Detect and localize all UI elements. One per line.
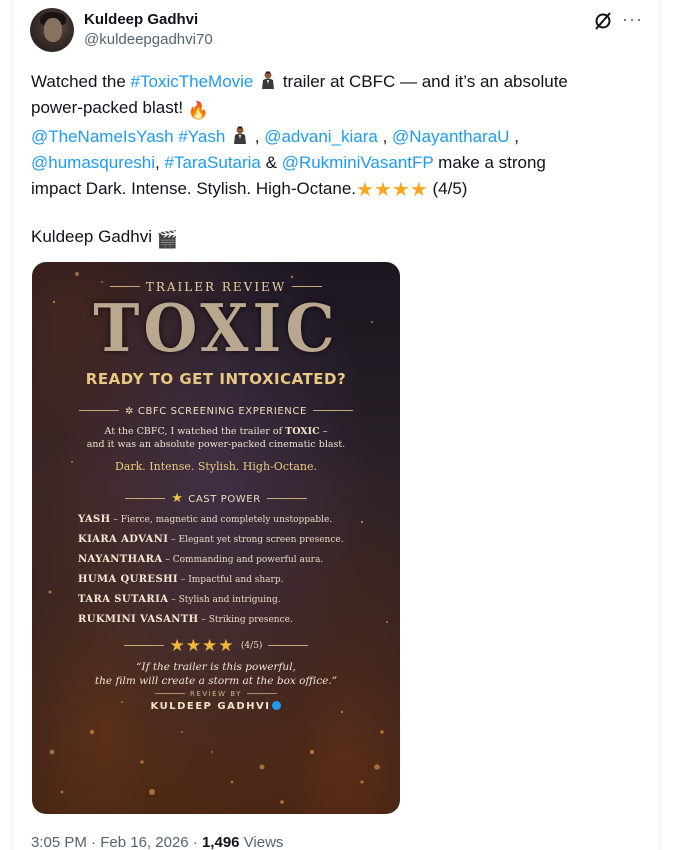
poster-body-text: At the CBFC, I watched the trailer of	[104, 426, 286, 437]
verified-badge-icon	[272, 701, 282, 710]
poster-rating: ★★★★ (4/5)	[32, 636, 400, 656]
tweet-line-5: impact Dark. Intense. Stylish. High-Octa…	[31, 176, 641, 202]
tweet-text-segment: ,	[377, 127, 393, 146]
poster-tagline: Dark. Intense. Stylish. High-Octane.	[114, 460, 318, 473]
mention-thenameisyash[interactable]: @TheNameIsYash	[31, 127, 174, 146]
tweet-line-2: power-packed blast! 🔥	[31, 95, 641, 124]
tweet-text-segment: ,	[155, 153, 165, 172]
poster-section-cbfc: ✲ CBFC SCREENING EXPERIENCE	[32, 406, 400, 417]
tweet-rating-text: (4/5)	[432, 179, 468, 198]
author-handle[interactable]: @kuldeepgadhvi70	[84, 31, 213, 48]
cast-note: – Elegant yet strong screen presence.	[168, 535, 344, 545]
poster-section-cast-text: CAST POWER	[188, 494, 261, 505]
film-reel-icon: ✲	[125, 406, 138, 417]
cast-item: NAYANTHARA – Commanding and powerful aur…	[78, 554, 378, 565]
views-count: 1,496	[201, 834, 240, 850]
tweet-line-4: @humasqureshi, #TaraSutaria & @RukminiVa…	[31, 150, 641, 176]
divider	[246, 693, 277, 694]
grok-icon[interactable]	[593, 11, 613, 31]
divider	[109, 286, 140, 287]
timeline-border-right	[660, 0, 661, 850]
avatar[interactable]	[30, 8, 74, 52]
views-label: Views	[243, 834, 284, 850]
more-options-icon[interactable]: ···	[622, 10, 643, 28]
cast-name: HUMA QURESHI	[78, 574, 178, 585]
poster-quote-line: the film will create a storm at the box …	[94, 675, 338, 687]
poster-rating-text: (4/5)	[240, 641, 263, 651]
cast-item: RUKMINI VASANTH – Striking presence.	[78, 614, 378, 625]
poster-review-by-text: REVIEW BY	[190, 690, 242, 698]
poster-section-cbfc-text: CBFC SCREENING EXPERIENCE	[137, 406, 307, 417]
tweet-timestamp[interactable]: 3:05 PM · Feb 16, 2026 · 1,496 Views	[31, 834, 283, 850]
divider	[312, 410, 353, 411]
tweet-text: Watched the #ToxicTheMovie trailer at CB…	[31, 69, 641, 202]
divider	[79, 410, 120, 411]
star-rating-icon: ★★★★	[169, 636, 235, 656]
divider	[123, 645, 164, 646]
avatar-face	[44, 18, 62, 42]
mention-rukminivasantfp[interactable]: @RukminiVasantFP	[282, 153, 434, 172]
tweet-text-segment: power-packed blast!	[31, 98, 188, 117]
cast-item: KIARA ADVANI – Elegant yet strong screen…	[78, 534, 378, 545]
cast-name: YASH	[78, 514, 111, 525]
cast-name: KIARA ADVANI	[78, 534, 169, 545]
poster-title: TOXIC	[93, 290, 339, 367]
tweet-text-segment: impact Dark. Intense. Stylish. High-Octa…	[31, 179, 357, 198]
tweet-media-image[interactable]: TRAILER REVIEW TOXIC READY TO GET INTOXI…	[32, 262, 400, 814]
divider	[268, 645, 309, 646]
mention-nayantharau[interactable]: @NayantharaU	[392, 127, 509, 146]
star-rating-icon: ★★★★	[356, 179, 428, 201]
tweet-signoff: Kuldeep Gadhvi 🎬	[31, 224, 178, 253]
divider	[266, 498, 307, 499]
poster-body-text: and it was an absolute power-packed cine…	[86, 439, 346, 450]
cast-note: – Fierce, magnetic and completely unstop…	[110, 515, 333, 525]
tweet-line-1: Watched the #ToxicTheMovie trailer at CB…	[31, 69, 641, 95]
divider	[125, 498, 166, 499]
mention-humasqureshi[interactable]: @humasqureshi	[31, 153, 155, 172]
tweet-text-segment: trailer at CBFC — and it’s an absolute	[278, 72, 568, 91]
signoff-name: Kuldeep Gadhvi	[31, 227, 157, 246]
tweet-text-segment: ,	[509, 127, 519, 146]
tweet-text-segment: ,	[250, 127, 265, 146]
mention-advani-kiara[interactable]: @advani_kiara	[264, 127, 378, 146]
tweet-date: Feb 16, 2026	[100, 834, 189, 850]
cast-item: TARA SUTARIA – Stylish and intriguing.	[78, 594, 378, 605]
clapper-board-emoji-icon: 🎬	[156, 230, 178, 249]
tweet-time: 3:05 PM	[31, 834, 87, 850]
cast-note: – Commanding and powerful aura.	[162, 555, 324, 565]
cast-note: – Striking presence.	[198, 615, 293, 625]
cast-item: HUMA QURESHI – Impactful and sharp.	[78, 574, 378, 585]
cast-name: RUKMINI VASANTH	[78, 614, 199, 625]
divider	[292, 286, 323, 287]
tweet-line-3: @TheNameIsYash #Yash , @advani_kiara , @…	[31, 124, 641, 150]
man-in-suit-emoji-icon	[234, 126, 247, 144]
poster-body-highlight: TOXIC	[285, 426, 320, 437]
tweet-text-segment: &	[260, 153, 282, 172]
cast-name: TARA SUTARIA	[78, 594, 169, 605]
tweet-text-segment: make a strong	[433, 153, 546, 172]
fire-emoji-icon: 🔥	[187, 101, 210, 120]
cast-name: NAYANTHARA	[78, 554, 163, 565]
hashtag-tarasutaria[interactable]: #TaraSutaria	[165, 153, 261, 172]
star-icon: ★	[171, 491, 189, 506]
divider	[155, 693, 186, 694]
tweet-text-segment: Watched the	[31, 72, 131, 91]
poster-body-text: –	[319, 426, 328, 437]
timeline-border-left	[12, 0, 13, 850]
poster-critic-name: KULDEEP GADHVI	[150, 701, 271, 712]
hashtag-toxicthemovie[interactable]: #ToxicTheMovie	[131, 72, 254, 91]
poster-quote-line: “If the trailer is this powerful,	[136, 661, 296, 673]
man-in-suit-emoji-icon	[262, 71, 275, 89]
poster-subtitle: READY TO GET INTOXICATED?	[85, 370, 347, 388]
cast-item: YASH – Fierce, magnetic and completely u…	[78, 514, 378, 525]
poster-cbfc-body: At the CBFC, I watched the trailer of TO…	[32, 425, 400, 451]
cast-note: – Stylish and intriguing.	[168, 595, 281, 605]
cast-note: – Impactful and sharp.	[178, 575, 284, 585]
poster-review-by: REVIEW BY	[32, 690, 400, 698]
poster-critic: KULDEEP GADHVI	[32, 701, 400, 712]
author-display-name[interactable]: Kuldeep Gadhvi	[84, 11, 198, 28]
poster-section-cast: ★ CAST POWER	[32, 491, 400, 506]
hashtag-yash[interactable]: #Yash	[178, 127, 225, 146]
poster-quote: “If the trailer is this powerful, the fi…	[32, 660, 400, 688]
